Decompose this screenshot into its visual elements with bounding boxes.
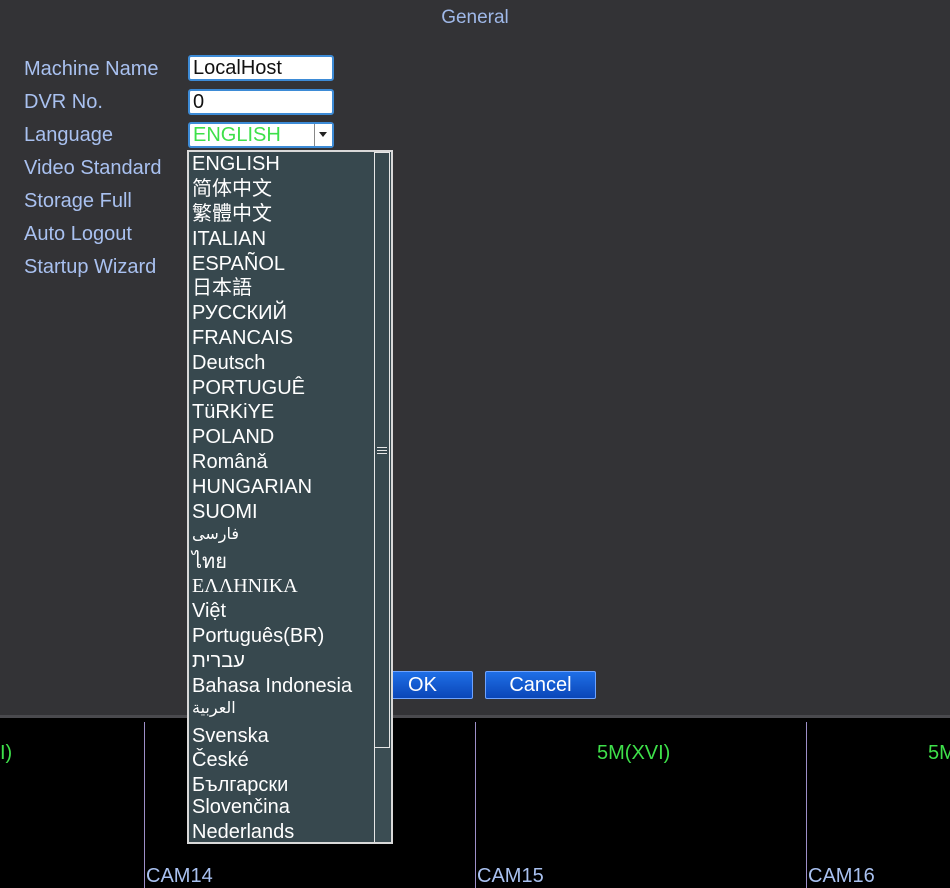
- general-settings-dialog: General Machine Name LocalHost DVR No. 0…: [0, 0, 950, 718]
- language-option[interactable]: Português(BR): [192, 624, 324, 648]
- machine-name-input[interactable]: LocalHost: [188, 55, 334, 81]
- grip-line: [377, 447, 387, 448]
- dialog-title: General: [441, 7, 509, 28]
- language-option[interactable]: Slovenčina: [192, 795, 290, 819]
- language-option[interactable]: Nederlands: [192, 820, 294, 842]
- camera-resolution-label: 5M(XVI): [597, 742, 671, 764]
- language-option[interactable]: PORTUGUÊ: [192, 376, 305, 400]
- camera-divider: [144, 722, 145, 888]
- dvr-no-label: DVR No.: [24, 91, 103, 113]
- startup-wizard-label: Startup Wizard: [24, 256, 157, 278]
- camera-resolution-label: I): [0, 742, 13, 764]
- dvr-no-input[interactable]: 0: [188, 89, 334, 115]
- video-standard-label: Video Standard: [24, 157, 162, 179]
- grip-line: [377, 453, 387, 454]
- language-selected-value: ENGLISH: [193, 124, 281, 146]
- language-label: Language: [24, 124, 113, 146]
- chevron-down-icon[interactable]: [314, 124, 332, 146]
- language-select[interactable]: ENGLISH: [188, 122, 334, 148]
- language-option[interactable]: SUOMI: [192, 500, 258, 524]
- language-option[interactable]: České: [192, 748, 249, 772]
- language-option[interactable]: فارسی: [192, 523, 239, 547]
- camera-resolution-label: 5M: [928, 742, 950, 764]
- language-option[interactable]: 日本語: [192, 276, 252, 300]
- scrollbar-thumb[interactable]: [374, 152, 390, 748]
- camera-label-cam15[interactable]: CAM15: [477, 865, 544, 888]
- language-option[interactable]: FRANCAIS: [192, 326, 293, 350]
- language-option[interactable]: Bahasa Indonesia: [192, 674, 352, 698]
- dropdown-scrollbar[interactable]: [374, 152, 390, 842]
- camera-divider: [806, 722, 807, 888]
- language-option[interactable]: Deutsch: [192, 351, 265, 375]
- language-option[interactable]: HUNGARIAN: [192, 475, 312, 499]
- language-option[interactable]: ESPAÑOL: [192, 252, 285, 276]
- language-option[interactable]: Svenska: [192, 724, 269, 748]
- language-option[interactable]: ΕΛΛΗΝΙΚΑ: [192, 574, 298, 598]
- language-option[interactable]: Românǎ: [192, 450, 268, 474]
- cancel-button[interactable]: Cancel: [485, 671, 596, 699]
- language-option[interactable]: POLAND: [192, 425, 274, 449]
- machine-name-label: Machine Name: [24, 58, 159, 80]
- storage-full-label: Storage Full: [24, 190, 132, 212]
- camera-label-cam16[interactable]: CAM16: [808, 865, 875, 888]
- language-option[interactable]: ไทย: [192, 550, 227, 574]
- language-dropdown-list[interactable]: ENGLISH 简体中文 繁體中文 ITALIAN ESPAÑOL 日本語 РУ…: [187, 150, 393, 844]
- language-option[interactable]: Việt: [192, 599, 226, 623]
- language-option[interactable]: العربية: [192, 697, 236, 721]
- language-option[interactable]: TüRKiYE: [192, 400, 274, 424]
- language-option[interactable]: 简体中文: [192, 177, 272, 201]
- language-option[interactable]: ENGLISH: [192, 152, 280, 176]
- language-option[interactable]: Български: [192, 773, 288, 797]
- auto-logout-label: Auto Logout: [24, 223, 132, 245]
- grip-line: [377, 450, 387, 451]
- camera-label-cam14[interactable]: CAM14: [146, 865, 213, 888]
- camera-divider: [475, 722, 476, 888]
- language-option[interactable]: РУССКИЙ: [192, 301, 287, 325]
- language-option[interactable]: 繁體中文: [192, 202, 272, 226]
- language-option[interactable]: עברית: [192, 649, 245, 673]
- language-option[interactable]: ITALIAN: [192, 227, 266, 251]
